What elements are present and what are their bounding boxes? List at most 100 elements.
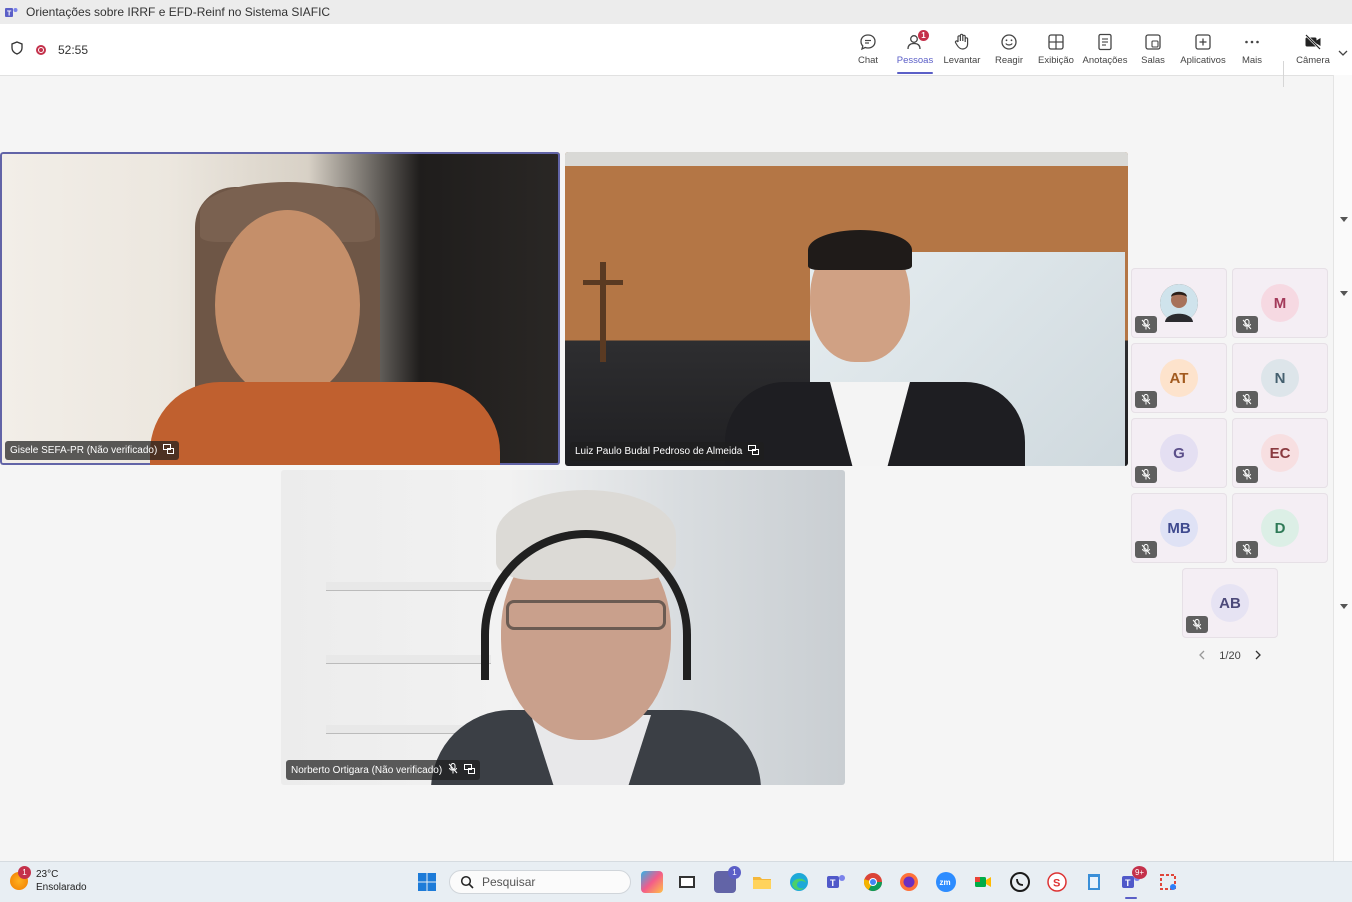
notepad-icon[interactable] (1083, 871, 1105, 893)
more-icon (1245, 40, 1259, 44)
camera-off-icon (1305, 34, 1321, 50)
mic-muted-icon (1135, 391, 1157, 408)
teams-icon[interactable]: T (825, 871, 847, 893)
participant-tile[interactable]: N (1232, 343, 1328, 413)
camera-label: Câmera (1296, 55, 1330, 66)
breakout-rooms-icon (1145, 34, 1161, 50)
video-tile-norberto[interactable]: Norberto Ortigara (Não verificado) (281, 470, 845, 785)
view-button[interactable]: Exibição (1030, 32, 1082, 72)
meeting-timer: 52:55 (58, 42, 89, 57)
participant-tile[interactable]: G (1131, 418, 1227, 488)
people-label: Pessoas (896, 55, 934, 66)
participant-body (150, 382, 500, 465)
windows-taskbar: 1 23°C Ensolarado Pesquisar 1 T zm S T 9… (0, 861, 1352, 902)
avatar: AB (1211, 584, 1249, 622)
firefox-icon[interactable] (898, 871, 920, 893)
chevron-left-icon[interactable] (1198, 650, 1206, 663)
crucifix (600, 262, 606, 362)
participant-name: Gisele SEFA-PR (Não verificado) (10, 445, 158, 456)
chrome-icon[interactable] (862, 871, 884, 893)
smiley-icon (1001, 34, 1017, 50)
teams-active-icon[interactable]: T 9+ (1120, 866, 1147, 899)
participant-tile[interactable]: D (1232, 493, 1328, 563)
mic-muted-icon (1186, 616, 1208, 633)
video-tile-gisele[interactable]: Gisele SEFA-PR (Não verificado) (0, 152, 560, 465)
mic-muted-icon (1135, 316, 1157, 333)
camera-options-chevron-icon[interactable] (1338, 44, 1348, 62)
people-button[interactable]: 1 Pessoas (889, 30, 941, 74)
glasses (506, 600, 666, 630)
participant-tile[interactable]: MB (1131, 493, 1227, 563)
search-placeholder: Pesquisar (482, 875, 536, 889)
mic-muted-icon (1135, 466, 1157, 483)
participant-tile[interactable]: AT (1131, 343, 1227, 413)
screen-share-icon (748, 445, 760, 458)
google-meet-icon[interactable] (972, 871, 994, 893)
chat-icon (860, 34, 876, 51)
notes-button[interactable]: Anotações (1079, 32, 1131, 72)
edge-browser-icon[interactable] (788, 871, 810, 893)
snipping-tool-icon[interactable] (1157, 871, 1179, 893)
participant-name-badge: Norberto Ortigara (Não verificado) (286, 760, 481, 780)
shield-icon[interactable] (10, 41, 24, 58)
avatar: N (1261, 359, 1299, 397)
window-titlebar: T Orientações sobre IRRF e EFD-Reinf no … (0, 0, 1352, 24)
weather-widget[interactable]: 1 23°C Ensolarado (10, 866, 87, 894)
participant-tile[interactable] (1131, 268, 1227, 338)
mic-muted-icon (1236, 391, 1258, 408)
avatar: MB (1160, 509, 1198, 547)
toolbar-divider (1283, 61, 1284, 87)
mic-muted-icon (1236, 466, 1258, 483)
sun-icon: 1 (10, 866, 31, 890)
more-button[interactable]: Mais (1226, 32, 1278, 72)
search-icon (460, 875, 474, 889)
grid-view-icon (1048, 34, 1064, 50)
avatar: D (1261, 509, 1299, 547)
side-panel-edge[interactable] (1333, 75, 1352, 861)
notes-icon (1098, 33, 1112, 51)
zoom-icon[interactable]: zm (935, 871, 957, 893)
window-title: Orientações sobre IRRF e EFD-Reinf no Si… (26, 5, 331, 19)
svg-text:T: T (7, 10, 12, 17)
teams-app-icon: T (5, 7, 18, 18)
react-button[interactable]: Reagir (983, 32, 1035, 72)
file-explorer-icon[interactable] (751, 871, 773, 893)
chevron-right-icon[interactable] (1254, 650, 1262, 663)
whatsapp-icon[interactable] (1009, 871, 1031, 893)
avatar: EC (1261, 434, 1299, 472)
collapse-chevron-icon[interactable] (1340, 604, 1348, 609)
react-label: Reagir (995, 55, 1023, 66)
gallery-pager: 1/20 (1198, 648, 1262, 664)
add-app-icon (1195, 34, 1211, 50)
rooms-button[interactable]: Salas (1127, 32, 1179, 72)
mic-muted-icon (448, 763, 458, 777)
screen-share-icon (464, 763, 476, 777)
page-indicator: 1/20 (1219, 650, 1241, 662)
chat-label: Chat (857, 55, 879, 66)
avatar: AT (1160, 359, 1198, 397)
chat-button[interactable]: Chat (842, 32, 894, 72)
more-label: Mais (1241, 55, 1263, 66)
raise-hand-button[interactable]: Levantar (936, 32, 988, 72)
participant-tile[interactable]: M (1232, 268, 1328, 338)
start-windows-icon[interactable] (416, 871, 438, 893)
collapse-chevron-icon[interactable] (1340, 291, 1348, 296)
taskbar-search[interactable]: Pesquisar (449, 870, 631, 894)
video-tile-luiz[interactable]: Luiz Paulo Budal Pedroso de Almeida (565, 152, 1128, 466)
participant-tile[interactable]: EC (1232, 418, 1328, 488)
chat-badge: 1 (728, 866, 741, 879)
mic-muted-icon (1236, 316, 1258, 333)
task-view-icon[interactable] (676, 871, 698, 893)
app-s-icon[interactable]: S (1046, 871, 1068, 893)
camera-button[interactable]: Câmera (1287, 32, 1339, 72)
apps-button[interactable]: Aplicativos (1177, 32, 1229, 72)
teams-badge: 9+ (1132, 866, 1147, 879)
teams-chat-icon[interactable]: 1 (714, 866, 741, 893)
svg-text:T: T (1125, 878, 1131, 888)
collapse-chevron-icon[interactable] (1340, 217, 1348, 222)
widgets-app-icon[interactable] (641, 871, 663, 893)
crucifix (583, 280, 623, 285)
participant-tile[interactable]: AB (1182, 568, 1278, 638)
participant-name: Norberto Ortigara (Não verificado) (291, 764, 443, 776)
shelf (326, 582, 491, 591)
